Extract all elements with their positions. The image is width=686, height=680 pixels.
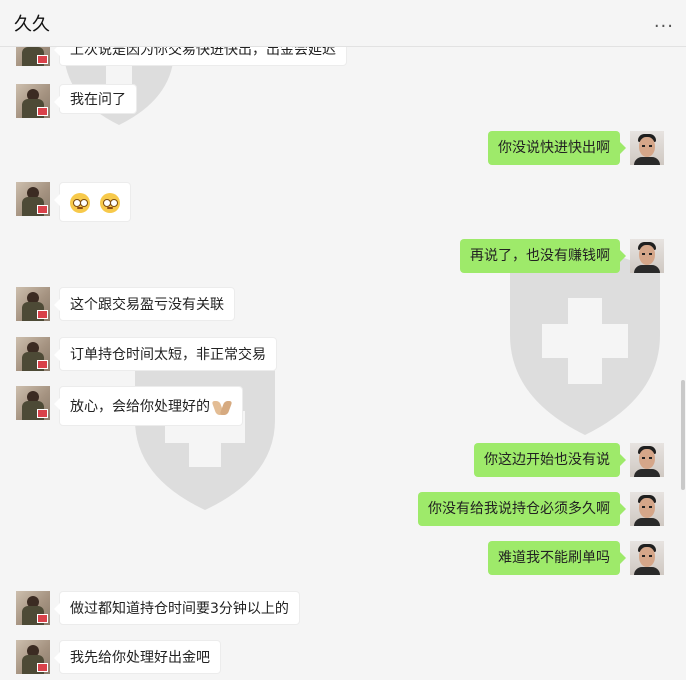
pray-hands-icon bbox=[212, 399, 232, 415]
message-bubble[interactable]: 做过都知道持仓时间要3分钟以上的 bbox=[54, 591, 300, 625]
message-bubble[interactable]: 这个跟交易盈亏没有关联 bbox=[54, 287, 235, 321]
more-dots-icon[interactable]: ... bbox=[654, 11, 674, 32]
chat-area[interactable]: 上次说是因为你交易快进快出，出金会延迟 我在问了 你没说快进快出啊 再说了，也没… bbox=[0, 0, 686, 675]
contact-avatar[interactable] bbox=[16, 287, 50, 321]
message-row bbox=[0, 182, 686, 222]
flushed-face-icon bbox=[70, 193, 90, 213]
message-row: 你没有给我说持仓必须多久啊 bbox=[0, 492, 686, 532]
message-bubble[interactable]: 你没有给我说持仓必须多久啊 bbox=[418, 492, 626, 526]
contact-avatar[interactable] bbox=[16, 591, 50, 625]
message-row: 我先给你处理好出金吧 bbox=[0, 640, 686, 680]
message-row: 再说了，也没有赚钱啊 bbox=[0, 239, 686, 279]
contact-avatar[interactable] bbox=[16, 337, 50, 371]
message-row: 难道我不能刷单吗 bbox=[0, 541, 686, 581]
message-bubble[interactable]: 我在问了 bbox=[54, 84, 137, 114]
message-row: 放心，会给你处理好的 bbox=[0, 386, 686, 426]
user-avatar[interactable] bbox=[630, 443, 664, 477]
message-bubble[interactable]: 你没说快进快出啊 bbox=[488, 131, 626, 165]
user-avatar[interactable] bbox=[630, 131, 664, 165]
message-bubble[interactable]: 订单持仓时间太短，非正常交易 bbox=[54, 337, 277, 371]
message-row: 你没说快进快出啊 bbox=[0, 131, 686, 171]
contact-avatar[interactable] bbox=[16, 182, 50, 216]
message-row: 你这边开始也没有说 bbox=[0, 443, 686, 483]
user-avatar[interactable] bbox=[630, 541, 664, 575]
chat-title: 久久 bbox=[14, 14, 50, 35]
user-avatar[interactable] bbox=[630, 492, 664, 526]
message-bubble[interactable]: 我先给你处理好出金吧 bbox=[54, 640, 221, 674]
message-text: 放心，会给你处理好的 bbox=[70, 399, 210, 415]
contact-avatar[interactable] bbox=[16, 84, 50, 118]
contact-avatar[interactable] bbox=[16, 386, 50, 420]
flushed-face-icon bbox=[100, 193, 120, 213]
emoji-message-bubble[interactable] bbox=[54, 182, 131, 222]
scrollbar[interactable] bbox=[681, 380, 685, 490]
message-row: 做过都知道持仓时间要3分钟以上的 bbox=[0, 591, 686, 631]
message-bubble[interactable]: 再说了，也没有赚钱啊 bbox=[460, 239, 626, 273]
user-avatar[interactable] bbox=[630, 239, 664, 273]
chat-header: 久久 ... bbox=[0, 0, 686, 47]
message-row: 我在问了 bbox=[0, 84, 686, 124]
message-row: 订单持仓时间太短，非正常交易 bbox=[0, 337, 686, 377]
message-bubble[interactable]: 难道我不能刷单吗 bbox=[488, 541, 626, 575]
message-bubble[interactable]: 放心，会给你处理好的 bbox=[54, 386, 243, 426]
message-bubble[interactable]: 你这边开始也没有说 bbox=[474, 443, 626, 477]
contact-avatar[interactable] bbox=[16, 640, 50, 674]
message-row: 这个跟交易盈亏没有关联 bbox=[0, 287, 686, 327]
